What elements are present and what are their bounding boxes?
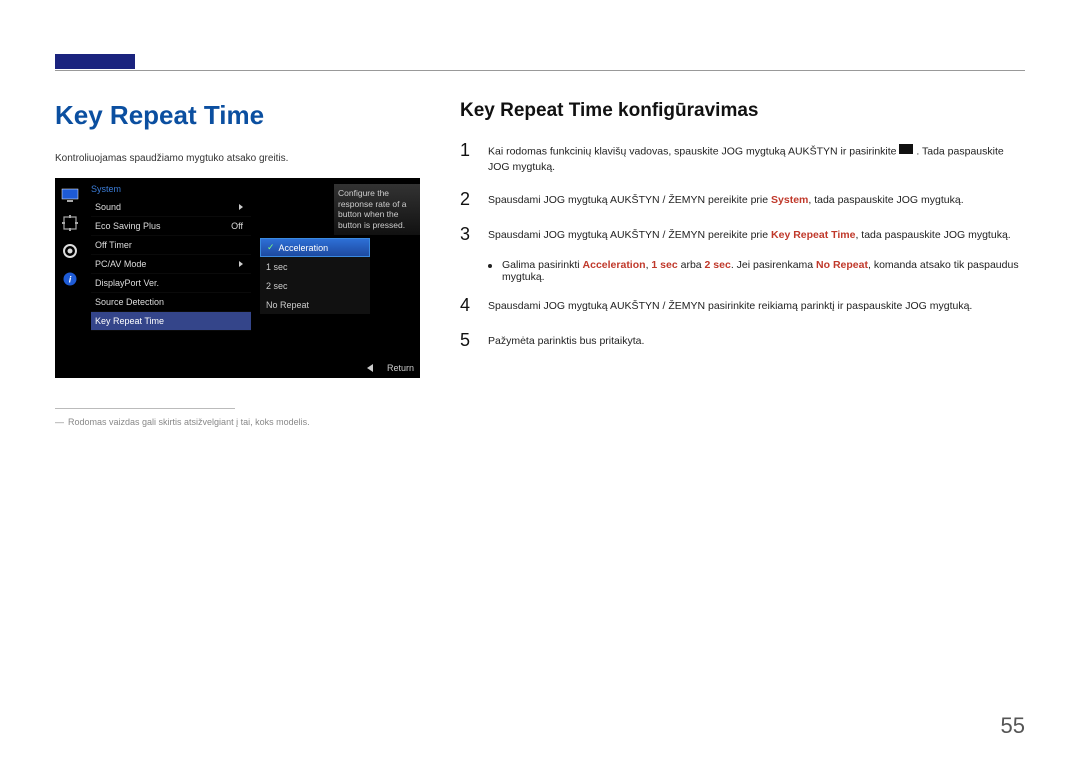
- step-text: Spausdami JOG mygtuką AUKŠTYN / ŽEMYN pe…: [488, 189, 964, 208]
- osd-return-label[interactable]: Return: [387, 363, 414, 373]
- osd-return-bar: Return: [367, 363, 414, 373]
- osd-tooltip: Configure the response rate of a button …: [334, 184, 420, 235]
- dash-icon: ―: [55, 417, 64, 427]
- step-number: 1: [460, 140, 476, 161]
- osd-menu-ecosaving[interactable]: Eco Saving Plus Off: [91, 217, 251, 236]
- osd-submenu: ✓ Acceleration 1 sec 2 sec No Repeat: [260, 238, 370, 314]
- info-icon: i: [61, 270, 79, 288]
- checkmark-icon: ✓: [267, 242, 275, 253]
- step-number: 4: [460, 295, 476, 316]
- osd-menu-label: Sound: [95, 202, 121, 212]
- osd-submenu-label: 1 sec: [266, 262, 288, 272]
- osd-submenu-label: 2 sec: [266, 281, 288, 291]
- section-title: Key Repeat Time konfigūravimas: [460, 100, 1025, 122]
- osd-menu-displayport[interactable]: DisplayPort Ver.: [91, 274, 251, 293]
- step-5: 5 Pažymėta parinktis bus pritaikyta.: [460, 330, 1025, 351]
- bullet-options: Galima pasirinkti Acceleration, 1 sec ar…: [488, 259, 1025, 283]
- osd-screenshot: i System Sound Eco Saving PlusOff Off Ti…: [55, 178, 420, 378]
- osd-menu-label: DisplayPort Ver.: [95, 278, 159, 288]
- osd-menu-label: Eco Saving Plus: [95, 221, 161, 231]
- step-number: 5: [460, 330, 476, 351]
- osd-menu-sourcedetection[interactable]: Source Detection: [91, 293, 251, 312]
- osd-menu-label: Key Repeat Time: [95, 316, 164, 326]
- left-column: Key Repeat Time Kontroliuojamas spaudžia…: [55, 100, 420, 427]
- page-title: Key Repeat Time: [55, 100, 420, 131]
- right-column: Key Repeat Time konfigūravimas 1 Kai rod…: [460, 100, 1025, 427]
- osd-submenu-label: No Repeat: [266, 300, 309, 310]
- osd-menu-label: PC/AV Mode: [95, 259, 146, 269]
- display-icon: [61, 214, 79, 232]
- osd-menu-keyrepeattime[interactable]: Key Repeat Time: [91, 312, 251, 331]
- osd-submenu-norepeat[interactable]: No Repeat: [260, 295, 370, 314]
- step-2: 2 Spausdami JOG mygtuką AUKŠTYN / ŽEMYN …: [460, 189, 1025, 210]
- gear-icon: [61, 242, 79, 260]
- highlight-1sec: 1 sec: [651, 259, 677, 271]
- step-text: Spausdami JOG mygtuką AUKŠTYN / ŽEMYN pe…: [488, 224, 1011, 243]
- osd-submenu-acceleration[interactable]: ✓ Acceleration: [260, 238, 370, 257]
- bullet-text: Galima pasirinkti Acceleration, 1 sec ar…: [502, 259, 1025, 283]
- step-1: 1 Kai rodomas funkcinių klavišų vadovas,…: [460, 140, 1025, 175]
- footnote-rule: [55, 408, 235, 409]
- osd-menu-label: Off Timer: [95, 240, 132, 250]
- highlight-acceleration: Acceleration: [583, 259, 646, 271]
- bullet-icon: [488, 264, 492, 268]
- highlight-system: System: [771, 194, 808, 206]
- triangle-left-icon: [367, 364, 373, 372]
- footnote-text: Rodomas vaizdas gali skirtis atsižvelgia…: [68, 417, 310, 427]
- chevron-right-icon: [239, 204, 243, 210]
- highlight-2sec: 2 sec: [705, 259, 731, 271]
- osd-submenu-label: Acceleration: [279, 243, 329, 253]
- chevron-right-icon: [239, 261, 243, 267]
- monitor-icon: [61, 186, 79, 204]
- chapter-marker: [55, 54, 135, 69]
- menu-icon: [899, 144, 913, 159]
- highlight-norepeat: No Repeat: [816, 259, 868, 271]
- header-rule: [55, 70, 1025, 71]
- osd-menu-value: Off: [231, 221, 243, 231]
- osd-submenu-1sec[interactable]: 1 sec: [260, 257, 370, 276]
- osd-submenu-2sec[interactable]: 2 sec: [260, 276, 370, 295]
- page-number: 55: [1001, 713, 1025, 739]
- step-text: Spausdami JOG mygtuką AUKŠTYN / ŽEMYN pa…: [488, 295, 972, 314]
- osd-nav-icons: i: [55, 178, 85, 378]
- step-number: 3: [460, 224, 476, 245]
- footnote: ― Rodomas vaizdas gali skirtis atsižvelgi…: [55, 417, 420, 427]
- step-3: 3 Spausdami JOG mygtuką AUKŠTYN / ŽEMYN …: [460, 224, 1025, 245]
- step-text: Kai rodomas funkcinių klavišų vadovas, s…: [488, 140, 1025, 175]
- highlight-keyrepeattime: Key Repeat Time: [771, 229, 855, 241]
- step-number: 2: [460, 189, 476, 210]
- page-description: Kontroliuojamas spaudžiamo mygtuko atsak…: [55, 153, 420, 164]
- osd-menu-offtimer[interactable]: Off Timer: [91, 236, 251, 255]
- osd-menu-label: Source Detection: [95, 297, 164, 307]
- step-4: 4 Spausdami JOG mygtuką AUKŠTYN / ŽEMYN …: [460, 295, 1025, 316]
- osd-menu-pcavmode[interactable]: PC/AV Mode: [91, 255, 251, 274]
- osd-menu-sound[interactable]: Sound: [91, 198, 251, 217]
- step-text: Pažymėta parinktis bus pritaikyta.: [488, 330, 644, 349]
- page-columns: Key Repeat Time Kontroliuojamas spaudžia…: [55, 100, 1025, 427]
